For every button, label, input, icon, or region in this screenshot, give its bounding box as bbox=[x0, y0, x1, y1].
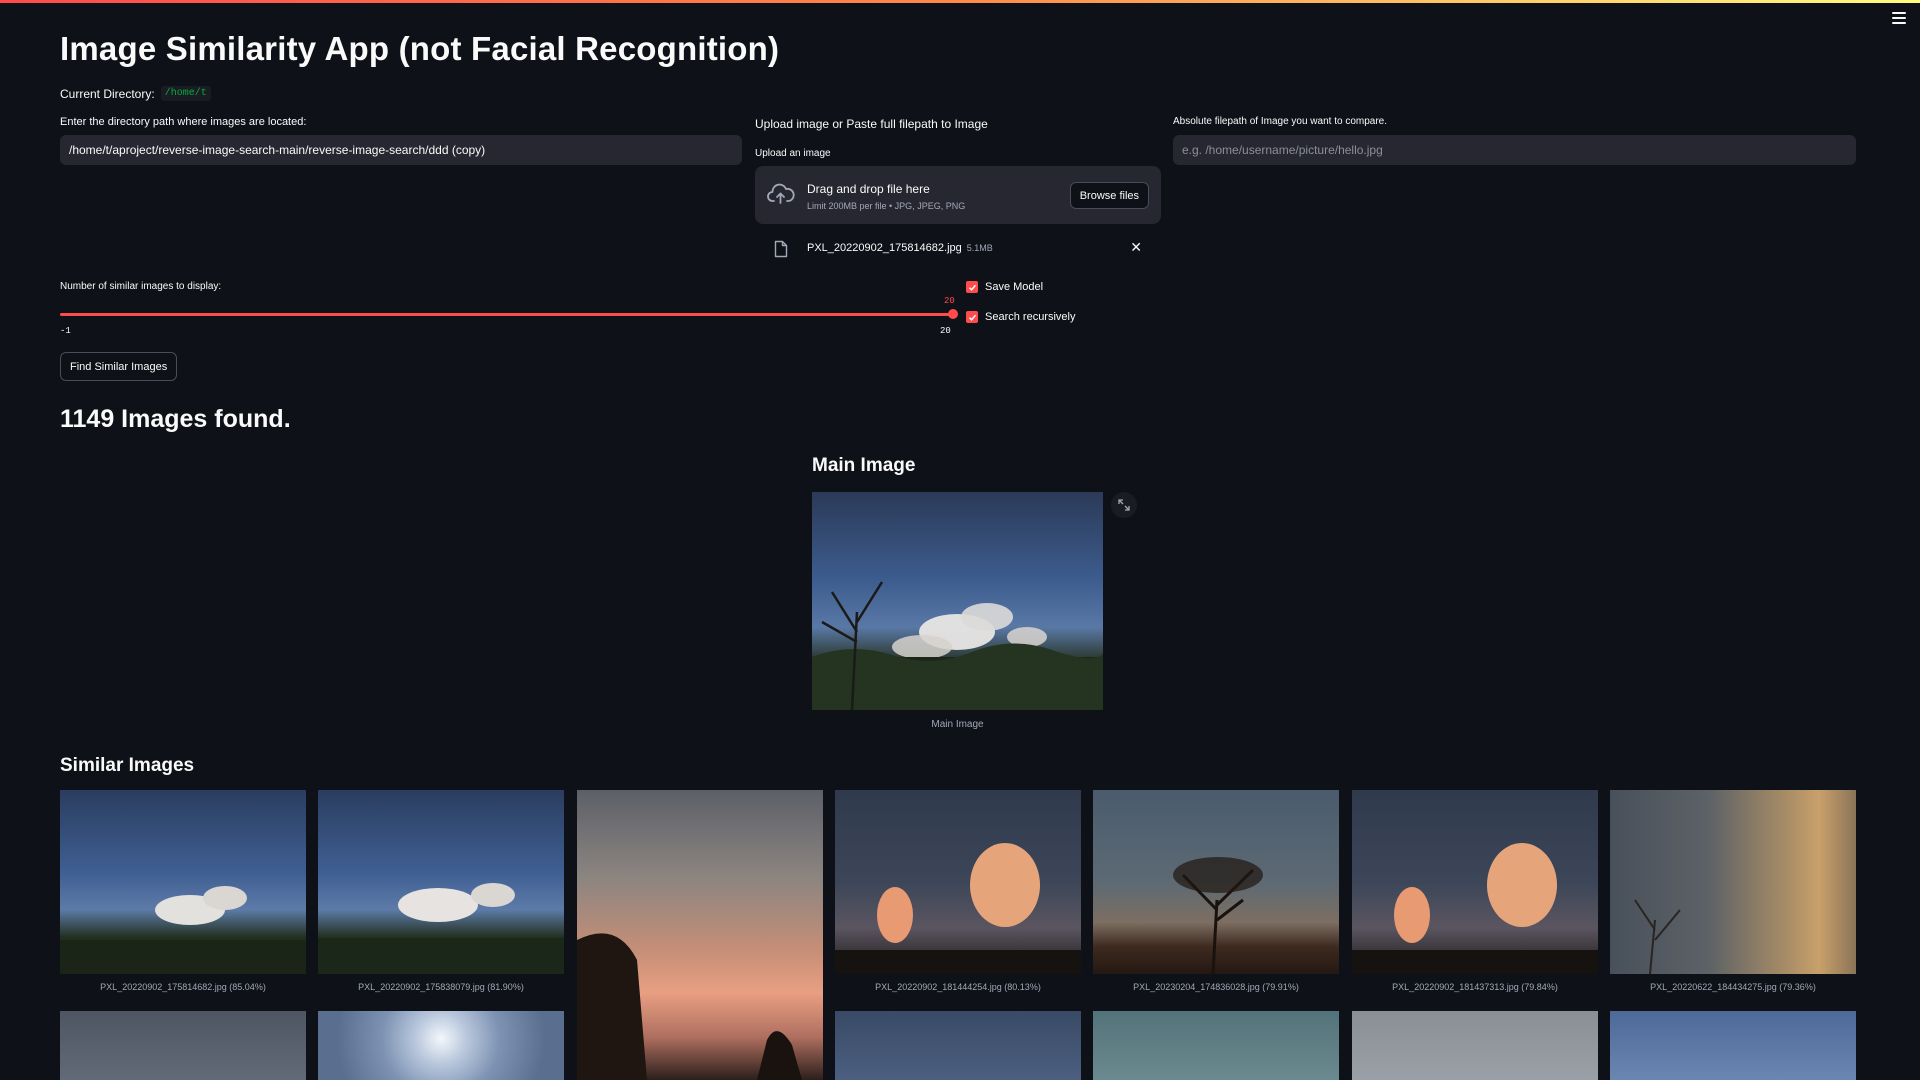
file-icon bbox=[774, 240, 788, 263]
similar-image-thumbnail[interactable] bbox=[1093, 1011, 1339, 1080]
slider-max-label: 20 bbox=[940, 326, 951, 336]
similar-image-caption: PXL_20220902_181444254.jpg (80.13%) bbox=[875, 982, 1041, 992]
main-image-heading: Main Image bbox=[812, 455, 916, 476]
file-dropzone[interactable]: Drag and drop file here Limit 200MB per … bbox=[755, 166, 1161, 224]
slider-thumb[interactable] bbox=[948, 309, 958, 319]
filepath-input-label: Absolute filepath of Image you want to c… bbox=[1173, 116, 1388, 127]
uploaded-file-size: 5.1MB bbox=[966, 243, 993, 253]
similar-image-thumbnail[interactable] bbox=[577, 790, 823, 1080]
similar-image-thumbnail[interactable] bbox=[1610, 1011, 1856, 1080]
similar-image-caption: PXL_20230204_174836028.jpg (79.91%) bbox=[1133, 982, 1299, 992]
similar-image-thumbnail[interactable] bbox=[60, 1011, 306, 1080]
slider-min-label: -1 bbox=[60, 326, 71, 336]
menu-icon[interactable] bbox=[1892, 12, 1906, 24]
top-decoration-bar bbox=[0, 0, 1920, 3]
expand-icon[interactable] bbox=[1111, 492, 1137, 518]
similar-image-thumbnail[interactable] bbox=[1352, 790, 1598, 974]
upload-label: Upload an image bbox=[755, 148, 831, 159]
save-model-label: Save Model bbox=[985, 281, 1044, 293]
current-directory-value: /home/t bbox=[160, 86, 211, 101]
similar-image-thumbnail[interactable] bbox=[318, 1011, 564, 1080]
similar-image-thumbnail[interactable] bbox=[1093, 790, 1339, 974]
dropzone-text: Drag and drop file here bbox=[807, 182, 930, 196]
current-directory-label: Current Directory: bbox=[60, 86, 155, 101]
browse-files-button[interactable]: Browse files bbox=[1069, 182, 1149, 209]
directory-input-label: Enter the directory path where images ar… bbox=[60, 116, 307, 128]
remove-file-icon[interactable]: ✕ bbox=[1130, 239, 1142, 256]
similar-images-heading: Similar Images bbox=[60, 755, 195, 776]
checkbox-checked-icon bbox=[966, 311, 978, 323]
slider-current-value: 20 bbox=[944, 296, 955, 306]
slider-track[interactable] bbox=[60, 313, 953, 316]
similar-image-thumbnail[interactable] bbox=[318, 790, 564, 974]
images-found-count: 1149 Images found. bbox=[60, 405, 291, 433]
similar-image-caption: PXL_20220902_175838079.jpg (81.90%) bbox=[358, 982, 524, 992]
search-recursively-checkbox[interactable]: Search recursively bbox=[966, 311, 1075, 323]
search-recursively-label: Search recursively bbox=[985, 311, 1076, 323]
current-directory: Current Directory: /home/t bbox=[60, 86, 211, 101]
upload-section-title: Upload image or Paste full filepath to I… bbox=[755, 117, 988, 131]
similar-image-thumbnail[interactable] bbox=[835, 1011, 1081, 1080]
similar-image-thumbnail[interactable] bbox=[1610, 790, 1856, 974]
similar-image-caption: PXL_20220622_184434275.jpg (79.36%) bbox=[1650, 982, 1816, 992]
uploaded-file-name: PXL_20220902_175814682.jpg bbox=[807, 242, 962, 254]
main-image-caption: Main Image bbox=[931, 719, 984, 730]
similar-image-caption: PXL_20220902_175814682.jpg (85.04%) bbox=[100, 982, 266, 992]
directory-input[interactable]: /home/t/aproject/reverse-image-search-ma… bbox=[60, 135, 742, 165]
similar-image-thumbnail[interactable] bbox=[60, 790, 306, 974]
save-model-checkbox[interactable]: Save Model bbox=[966, 281, 1043, 293]
similar-image-thumbnail[interactable] bbox=[835, 790, 1081, 974]
similar-image-caption: PXL_20220902_181437313.jpg (79.84%) bbox=[1392, 982, 1558, 992]
slider-label: Number of similar images to display: bbox=[60, 281, 222, 292]
cloud-upload-icon bbox=[767, 183, 795, 210]
checkbox-checked-icon bbox=[966, 281, 978, 293]
main-image bbox=[812, 492, 1103, 710]
dropzone-limit: Limit 200MB per file • JPG, JPEG, PNG bbox=[807, 201, 966, 211]
similar-image-thumbnail[interactable] bbox=[1352, 1011, 1598, 1080]
uploaded-file: PXL_20220902_175814682.jpg 5.1MB ✕ bbox=[770, 238, 1150, 260]
filepath-input[interactable]: e.g. /home/username/picture/hello.jpg bbox=[1173, 135, 1856, 165]
find-similar-images-button[interactable]: Find Similar Images bbox=[60, 352, 178, 381]
page-title: Image Similarity App (not Facial Recogni… bbox=[60, 30, 780, 67]
